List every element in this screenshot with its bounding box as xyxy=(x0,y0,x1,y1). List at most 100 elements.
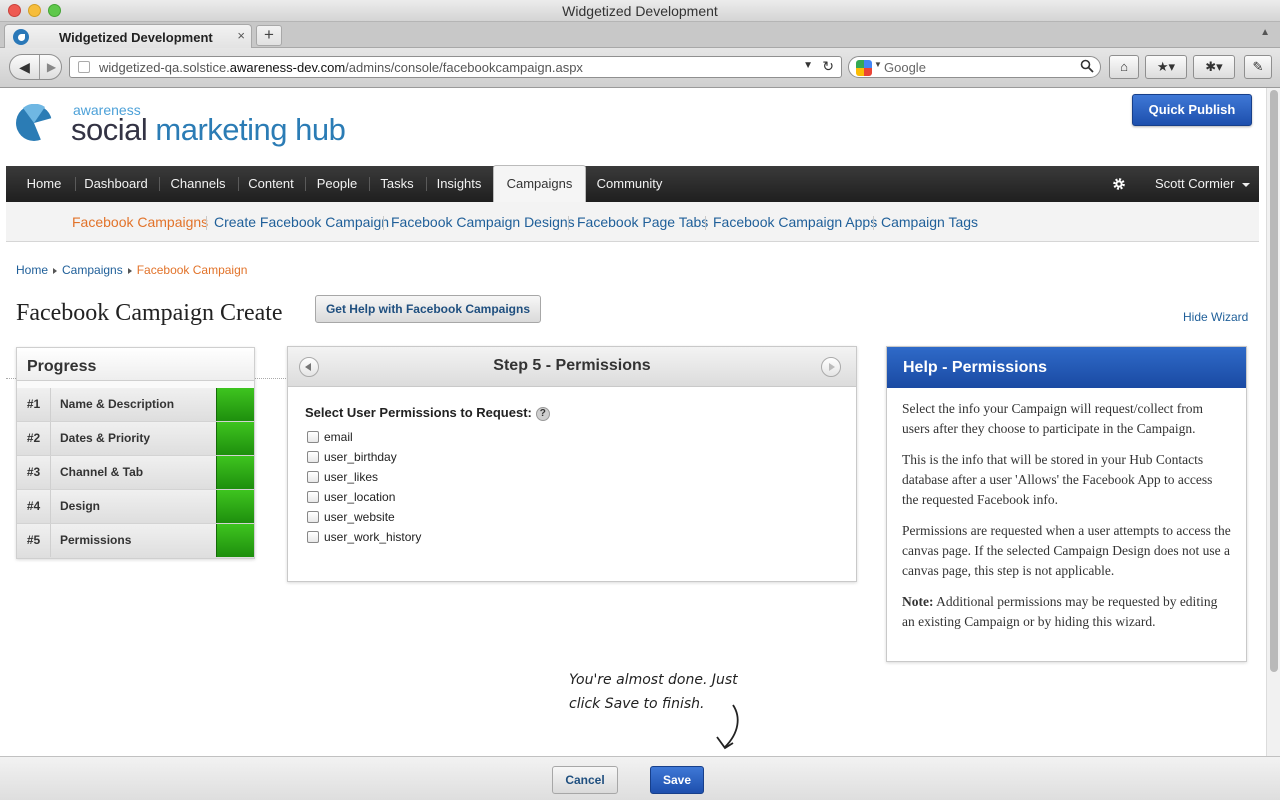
tab-overflow-icon[interactable]: ▲ xyxy=(1260,27,1270,38)
progress-step-number: #3 xyxy=(17,456,51,489)
permission-label[interactable]: user_work_history xyxy=(324,530,421,544)
permission-option[interactable]: user_location xyxy=(307,487,421,507)
get-help-button[interactable]: Get Help with Facebook Campaigns xyxy=(315,295,541,323)
url-text[interactable]: widgetized-qa.solstice.awareness-dev.com… xyxy=(99,60,583,75)
help-text: This is the info that will be stored in … xyxy=(902,452,1213,507)
progress-step-number: #4 xyxy=(17,490,51,523)
history-dropdown-icon[interactable]: ▼ xyxy=(803,60,813,71)
step-title: Step 5 - Permissions xyxy=(493,357,651,374)
browser-tab-title: Widgetized Development xyxy=(59,30,213,45)
progress-step[interactable]: #2 Dates & Priority xyxy=(17,422,254,456)
nav-community[interactable]: Community xyxy=(591,166,668,202)
permissions-prompt: Select User Permissions to Request:? xyxy=(305,405,550,421)
step-complete-indicator xyxy=(216,490,254,523)
progress-step[interactable]: #1 Name & Description xyxy=(17,388,254,422)
help-panel-title: Help - Permissions xyxy=(887,347,1246,388)
permission-checkbox[interactable] xyxy=(307,511,319,523)
step-complete-indicator xyxy=(216,388,254,421)
permission-option[interactable]: user_website xyxy=(307,507,421,527)
subnav-facebook-campaign-apps[interactable]: Facebook Campaign Apps xyxy=(713,202,877,242)
next-step-icon[interactable] xyxy=(821,357,841,377)
progress-step[interactable]: #4 Design xyxy=(17,490,254,524)
permission-label[interactable]: email xyxy=(324,430,353,444)
hint-arrow-icon xyxy=(716,704,739,750)
save-button[interactable]: Save xyxy=(650,766,704,794)
permission-option[interactable]: email xyxy=(307,427,421,447)
user-menu[interactable]: Scott Cormier xyxy=(1155,166,1251,202)
permission-option[interactable]: user_birthday xyxy=(307,447,421,467)
progress-step-label: Dates & Priority xyxy=(60,431,151,445)
page-content: awareness social marketing hub Quick Pub… xyxy=(6,88,1259,756)
engine-dropdown-icon[interactable]: ▼ xyxy=(874,60,882,69)
search-icon[interactable] xyxy=(1080,59,1094,73)
quick-publish-button[interactable]: Quick Publish xyxy=(1132,94,1252,126)
scrollbar-thumb[interactable] xyxy=(1270,90,1278,672)
progress-step-number: #1 xyxy=(17,388,51,421)
main-nav: Home Dashboard Channels Content People T… xyxy=(6,165,1259,202)
permission-checkbox[interactable] xyxy=(307,531,319,543)
logo-mark-icon xyxy=(16,104,53,141)
subnav-facebook-campaign-designs[interactable]: Facebook Campaign Designs xyxy=(391,202,575,242)
window-titlebar: Widgetized Development xyxy=(0,0,1280,22)
breadcrumb: Home Campaigns Facebook Campaign xyxy=(16,263,247,277)
permission-label[interactable]: user_likes xyxy=(324,470,378,484)
nav-campaigns[interactable]: Campaigns xyxy=(493,165,586,202)
nav-insights[interactable]: Insights xyxy=(431,166,487,202)
subnav-facebook-page-tabs[interactable]: Facebook Page Tabs xyxy=(577,202,708,242)
help-icon[interactable]: ? xyxy=(535,406,550,421)
subnav-facebook-campaigns[interactable]: Facebook Campaigns xyxy=(72,202,208,242)
permission-label[interactable]: user_website xyxy=(324,510,395,524)
google-engine-icon[interactable] xyxy=(856,60,872,76)
permission-checkbox[interactable] xyxy=(307,491,319,503)
hide-wizard-link[interactable]: Hide Wizard xyxy=(1183,310,1248,324)
home-icon[interactable]: ⌂ xyxy=(1109,55,1139,79)
edit-icon[interactable]: ✎ xyxy=(1244,55,1272,79)
progress-step-number: #2 xyxy=(17,422,51,455)
progress-step-label: Permissions xyxy=(60,533,132,547)
favicon-icon xyxy=(13,29,29,45)
action-footer: Cancel Save xyxy=(0,756,1280,800)
progress-panel: Progress #1 Name & Description #2 Dates … xyxy=(16,347,255,559)
breadcrumb-campaigns[interactable]: Campaigns xyxy=(62,263,123,277)
tab-bar: Widgetized Development × + ▲ xyxy=(0,22,1280,48)
breadcrumb-home[interactable]: Home xyxy=(16,263,48,277)
logo-brand-big: social marketing hub xyxy=(71,112,346,147)
save-hint-line: You're almost done. Just xyxy=(569,672,738,688)
cancel-button[interactable]: Cancel xyxy=(552,766,618,794)
progress-step[interactable]: #3 Channel & Tab xyxy=(17,456,254,490)
permission-label[interactable]: user_location xyxy=(324,490,395,504)
search-placeholder[interactable]: Google xyxy=(884,60,926,75)
nav-home[interactable]: Home xyxy=(20,166,68,202)
permission-checkbox[interactable] xyxy=(307,471,319,483)
nav-content[interactable]: Content xyxy=(243,166,299,202)
permission-label[interactable]: user_birthday xyxy=(324,450,397,464)
progress-step[interactable]: #5 Permissions xyxy=(17,524,254,558)
address-bar[interactable]: widgetized-qa.solstice.awareness-dev.com… xyxy=(69,56,842,78)
forward-button[interactable]: ▶ xyxy=(41,55,62,79)
bookmarks-icon[interactable]: ★▾ xyxy=(1145,55,1187,79)
close-tab-icon[interactable]: × xyxy=(237,28,245,43)
subnav-create-facebook-campaign[interactable]: Create Facebook Campaign xyxy=(214,202,389,242)
nav-channels[interactable]: Channels xyxy=(164,166,232,202)
permission-checkbox[interactable] xyxy=(307,431,319,443)
permission-option[interactable]: user_work_history xyxy=(307,527,421,547)
page-scrollbar[interactable] xyxy=(1266,88,1280,756)
reload-icon[interactable]: ↻ xyxy=(822,58,834,75)
browser-tab[interactable]: Widgetized Development × xyxy=(4,24,252,48)
permission-checkbox[interactable] xyxy=(307,451,319,463)
new-tab-button[interactable]: + xyxy=(256,25,282,46)
gear-icon[interactable] xyxy=(1112,177,1126,191)
subnav-campaign-tags[interactable]: Campaign Tags xyxy=(881,202,978,242)
permission-option[interactable]: user_likes xyxy=(307,467,421,487)
addon-icon[interactable]: ✱▾ xyxy=(1193,55,1235,79)
nav-people[interactable]: People xyxy=(310,166,364,202)
nav-tasks[interactable]: Tasks xyxy=(374,166,420,202)
site-identity-icon[interactable] xyxy=(78,61,90,73)
nav-dashboard[interactable]: Dashboard xyxy=(80,166,152,202)
search-bar[interactable]: ▼ Google xyxy=(848,56,1101,78)
step-complete-indicator xyxy=(216,524,254,557)
back-button[interactable]: ◀ xyxy=(10,55,40,79)
step-header: Step 5 - Permissions xyxy=(288,347,856,387)
app-logo[interactable]: awareness social marketing hub xyxy=(15,102,375,162)
help-text: Select the info your Campaign will reque… xyxy=(902,401,1204,436)
